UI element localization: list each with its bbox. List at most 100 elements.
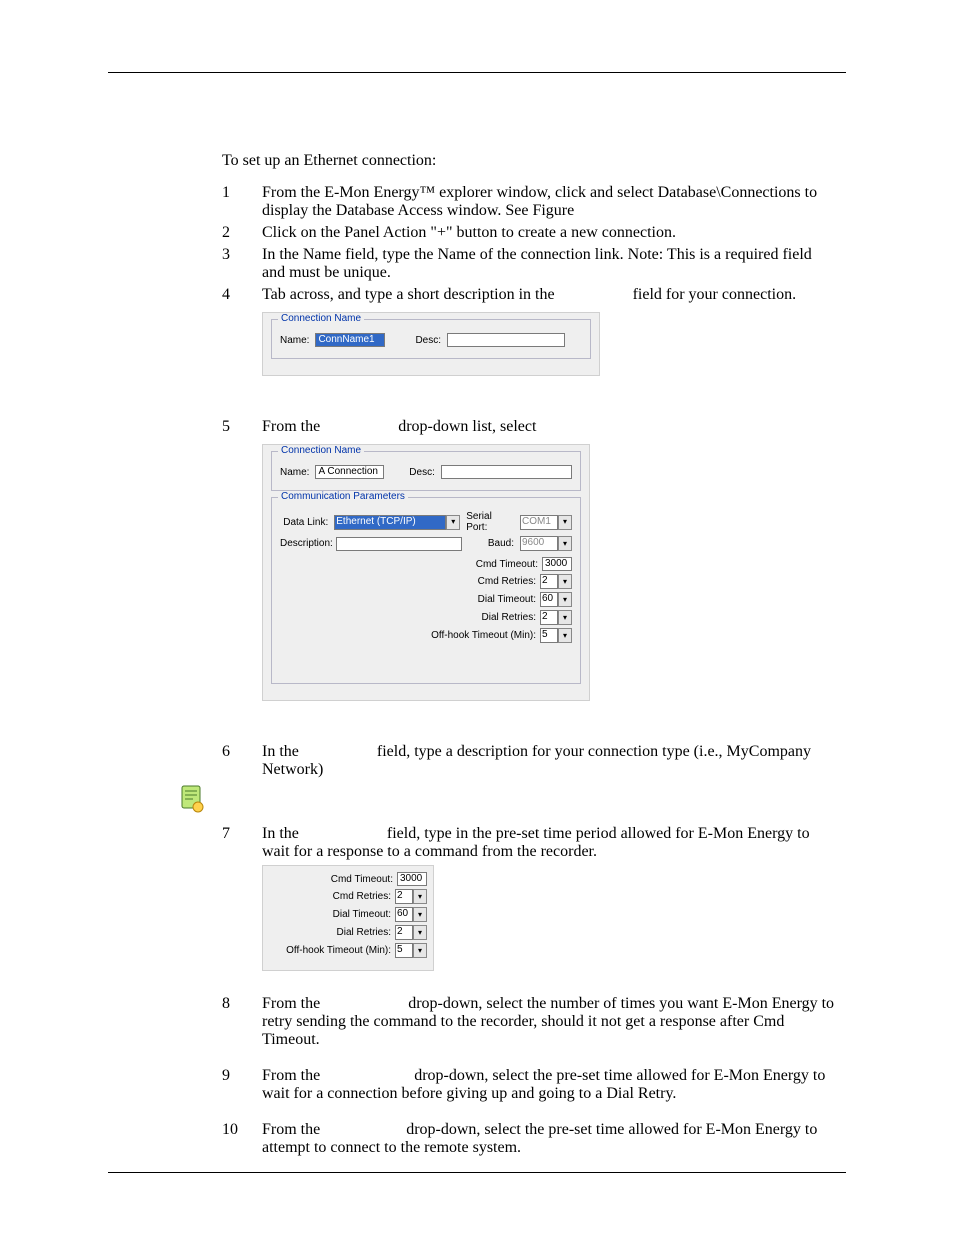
cmd-timeout-label: Cmd Timeout:	[476, 559, 538, 570]
step-body: Click on the Panel Action "+" button to …	[262, 224, 838, 242]
baud-label: Baud:	[488, 538, 514, 549]
name-label: Name:	[280, 335, 309, 346]
dial-retries-label: Dial Retries:	[482, 612, 536, 623]
step-number: 1	[222, 184, 262, 220]
cmd-timeout-input[interactable]: 3000	[542, 557, 572, 571]
fieldset-connection-name: Connection Name Name: ConnName1 Desc:	[271, 319, 591, 359]
desc-input[interactable]	[441, 465, 572, 479]
chevron-down-icon[interactable]: ▾	[558, 574, 572, 589]
dial-timeout-label: Dial Timeout:	[478, 594, 536, 605]
dial-timeout-label: Dial Timeout:	[333, 909, 391, 920]
description-label: Description:	[280, 538, 330, 549]
chevron-down-icon[interactable]: ▾	[558, 592, 572, 607]
step-number: 8	[222, 995, 262, 1049]
offhook-select[interactable]: 5 ▾	[395, 943, 427, 958]
legend: Communication Parameters	[278, 491, 408, 502]
offhook-value: 5	[540, 628, 558, 643]
step-number: 2	[222, 224, 262, 242]
step-number: 9	[222, 1067, 262, 1103]
step-9: 9 From the drop-down, select the pre-set…	[222, 1067, 838, 1103]
chevron-down-icon[interactable]: ▾	[558, 515, 572, 530]
intro-text: To set up an Ethernet connection:	[222, 152, 838, 170]
figure-timeouts: Cmd Timeout: 3000 Cmd Retries: 2 ▾ Dial …	[262, 865, 434, 971]
step-number: 5	[222, 418, 262, 436]
step-body: From the drop-down, select the pre-set t…	[262, 1067, 838, 1103]
offhook-select[interactable]: 5 ▾	[540, 628, 572, 643]
cmd-retries-select[interactable]: 2 ▾	[540, 574, 572, 589]
dial-retries-select[interactable]: 2 ▾	[540, 610, 572, 625]
note-icon	[178, 783, 206, 817]
name-input[interactable]: ConnName1	[315, 333, 385, 347]
chevron-down-icon[interactable]: ▾	[558, 610, 572, 625]
chevron-down-icon[interactable]: ▾	[413, 943, 427, 958]
chevron-down-icon[interactable]: ▾	[558, 628, 572, 643]
step-1: 1 From the E-Mon Energy™ explorer window…	[222, 184, 838, 220]
step-6: 6 In the field, type a description for y…	[222, 743, 838, 779]
step-text-a: Tab across, and type a short description…	[262, 286, 555, 303]
chevron-down-icon[interactable]: ▾	[413, 907, 427, 922]
datalink-label: Data Link:	[280, 517, 328, 528]
step-text-b: drop-down, select the pre-set time allow…	[262, 1121, 817, 1156]
dial-timeout-select[interactable]: 60 ▾	[395, 907, 427, 922]
step-body: In the field, type a description for you…	[262, 743, 838, 779]
step-number: 4	[222, 286, 262, 304]
cmd-timeout-input[interactable]: 3000	[397, 872, 427, 886]
name-input[interactable]: A Connection	[315, 465, 384, 479]
figure-communication-parameters: Connection Name Name: A Connection Desc:…	[262, 444, 590, 701]
step-text-a: From the	[262, 1121, 320, 1138]
step-text-a: In the	[262, 825, 299, 842]
cmd-retries-label: Cmd Retries:	[478, 576, 536, 587]
fieldset-comm-params: Communication Parameters Data Link: Ethe…	[271, 497, 581, 684]
datalink-value: Ethernet (TCP/IP)	[334, 515, 446, 530]
fieldset-connection-name: Connection Name Name: A Connection Desc:	[271, 451, 581, 491]
datalink-select[interactable]: Ethernet (TCP/IP) ▾	[334, 515, 460, 530]
name-label: Name:	[280, 467, 309, 478]
chevron-down-icon[interactable]: ▾	[446, 515, 460, 530]
dial-retries-value: 2	[540, 610, 558, 625]
step-text-a: From the	[262, 1067, 320, 1084]
step-text-a: From the	[262, 995, 320, 1012]
legend: Connection Name	[278, 445, 364, 456]
step-number: 3	[222, 246, 262, 282]
step-number: 10	[222, 1121, 262, 1157]
baud-select[interactable]: 9600 ▾	[520, 536, 572, 551]
step-number: 7	[222, 825, 262, 861]
step-number: 6	[222, 743, 262, 779]
cmd-timeout-label: Cmd Timeout:	[331, 874, 393, 885]
step-4: 4 Tab across, and type a short descripti…	[222, 286, 838, 304]
step-text-b: drop-down, select the pre-set time allow…	[262, 1067, 825, 1102]
dial-timeout-value: 60	[540, 592, 558, 607]
step-body: In the Name field, type the Name of the …	[262, 246, 838, 282]
description-input[interactable]	[336, 537, 462, 551]
step-body: In the field, type in the pre-set time p…	[262, 825, 838, 861]
cmd-retries-label: Cmd Retries:	[333, 891, 391, 902]
dial-timeout-value: 60	[395, 907, 413, 922]
dial-retries-label: Dial Retries:	[337, 927, 391, 938]
offhook-value: 5	[395, 943, 413, 958]
step-text-a: From the	[262, 418, 320, 435]
step-body: From the drop-down, select the pre-set t…	[262, 1121, 838, 1157]
footer-rule	[108, 1172, 846, 1173]
desc-label: Desc:	[415, 335, 441, 346]
step-2: 2 Click on the Panel Action "+" button t…	[222, 224, 838, 242]
dial-retries-select[interactable]: 2 ▾	[395, 925, 427, 940]
chevron-down-icon[interactable]: ▾	[413, 925, 427, 940]
step-5: 5 From the drop-down list, select	[222, 418, 838, 436]
step-body: From the E-Mon Energy™ explorer window, …	[262, 184, 838, 220]
dial-timeout-select[interactable]: 60 ▾	[540, 592, 572, 607]
cmd-retries-select[interactable]: 2 ▾	[395, 889, 427, 904]
offhook-label: Off-hook Timeout (Min):	[431, 630, 536, 641]
step-text-b: drop-down list, select	[398, 418, 536, 435]
chevron-down-icon[interactable]: ▾	[413, 889, 427, 904]
figure-connection-name: Connection Name Name: ConnName1 Desc:	[262, 312, 600, 376]
cmd-retries-value: 2	[540, 574, 558, 589]
step-8: 8 From the drop-down, select the number …	[222, 995, 838, 1049]
dial-retries-value: 2	[395, 925, 413, 940]
serialport-select[interactable]: COM1 ▾	[520, 515, 572, 530]
desc-input[interactable]	[447, 333, 565, 347]
baud-value: 9600	[520, 536, 558, 551]
step-text-b: field, type in the pre-set time period a…	[262, 825, 810, 860]
chevron-down-icon[interactable]: ▾	[558, 536, 572, 551]
cmd-retries-value: 2	[395, 889, 413, 904]
offhook-label: Off-hook Timeout (Min):	[286, 945, 391, 956]
